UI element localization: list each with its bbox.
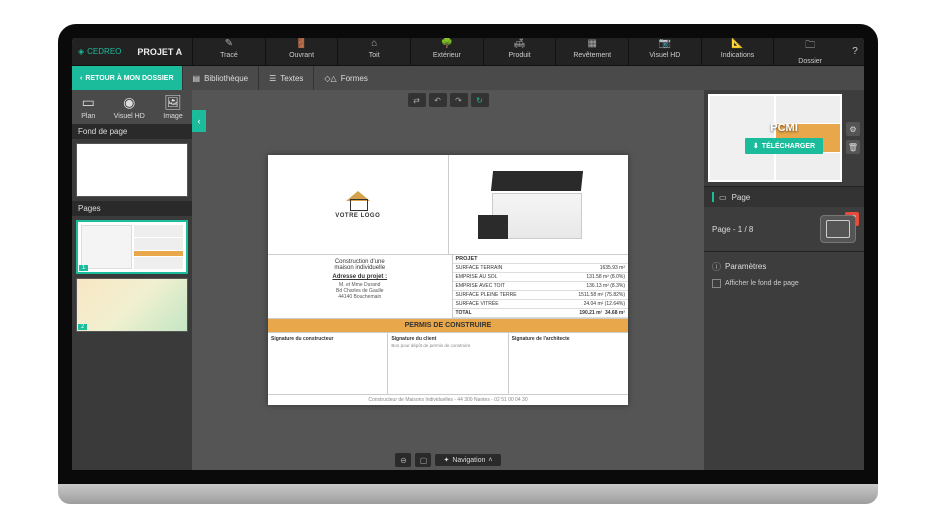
plan-icon: ▭ <box>81 94 95 111</box>
secondary-bar: ‹ RETOUR À MON DOSSIER ▤Bibliothèque ☰Te… <box>72 66 864 90</box>
project-table-block[interactable]: PROJET SURFACE TERRAIN1635.93 m² EMPRISE… <box>453 255 629 318</box>
checkbox-icon <box>712 279 721 288</box>
menu-dossier[interactable]: 🗀Dossier <box>773 35 846 68</box>
tool-image[interactable]: 🖼Image <box>163 94 182 120</box>
folder-icon: 🗀 <box>774 38 846 55</box>
pencil-icon: ✎ <box>193 38 265 49</box>
page-icon: ▭ <box>719 193 727 202</box>
zoom-out-button[interactable]: ⊖ <box>395 453 411 467</box>
help-button[interactable]: ? <box>846 46 864 57</box>
page-indicator: Page - 1 / 8 <box>712 225 812 234</box>
menu-visuelhd[interactable]: 📷Visuel HD <box>628 35 701 68</box>
page-thumbs: 1 2 <box>72 216 192 336</box>
camera-icon: 📷 <box>629 38 701 49</box>
screen: ◈ CEDREO PROJET A ✎Tracé 🚪Ouvrant ⌂Toit … <box>58 24 878 484</box>
permis-banner[interactable]: PERMIS DE CONSTRUIRE <box>268 319 628 333</box>
menu-exterieur[interactable]: 🌳Extérieur <box>410 35 483 68</box>
canvas-top-tools: ⇄ ↶ ↷ ↻ <box>192 90 704 110</box>
page-thumb-2[interactable]: 2 <box>76 278 188 332</box>
undo-button[interactable]: ↶ <box>429 93 447 107</box>
bg-thumbs <box>72 139 192 201</box>
page-section-header[interactable]: ▭Page <box>704 187 864 207</box>
download-button[interactable]: ⬇TÉLÉCHARGER <box>745 138 823 154</box>
tool-visuelhd[interactable]: ◉Visuel HD <box>114 94 145 120</box>
paint-icon: ▦ <box>556 38 628 49</box>
menu-ouvrant[interactable]: 🚪Ouvrant <box>265 35 338 68</box>
bg-thumb-blank[interactable] <box>76 143 188 197</box>
logo-placeholder[interactable]: VOTRE LOGO <box>335 191 380 219</box>
show-background-checkbox[interactable]: Afficher le fond de page <box>712 279 856 288</box>
canvas[interactable]: VOTRE LOGO Construction d'une maison <box>192 110 704 450</box>
doc-footer: Constructeur de Maisons Individuelles - … <box>268 394 628 405</box>
compass-icon: ✦ <box>443 456 449 464</box>
right-panel: ⚙ 🗑 PCMI ⬇TÉLÉCHARGER ▭Page Page - 1 / 8… <box>704 90 864 470</box>
app-root: ◈ CEDREO PROJET A ✎Tracé 🚪Ouvrant ⌂Toit … <box>72 38 864 470</box>
parametres-section: ⓘParamètres Afficher le fond de page <box>704 251 864 296</box>
brand-text: CEDREO <box>87 47 121 56</box>
left-panel: ▭Plan ◉Visuel HD 🖼Image Fond de page Pag… <box>72 90 192 470</box>
navigation-button[interactable]: ✦Navigation˄ <box>435 454 500 466</box>
menu-indications[interactable]: 📐Indications <box>701 35 774 68</box>
download-icon: ⬇ <box>753 142 759 150</box>
back-to-dossier-button[interactable]: ‹ RETOUR À MON DOSSIER <box>72 66 182 90</box>
document-page[interactable]: VOTRE LOGO Construction d'une maison <box>268 155 628 405</box>
menu-revetement[interactable]: ▦Revêtement <box>555 35 628 68</box>
dossier-preview: ⚙ 🗑 PCMI ⬇TÉLÉCHARGER <box>708 94 860 182</box>
refresh-button[interactable]: ↻ <box>471 93 489 107</box>
seg-textes[interactable]: ☰Textes <box>258 66 313 90</box>
camera-icon: ◉ <box>114 94 145 111</box>
parametres-header: ⓘParamètres <box>712 260 856 273</box>
signature-architecte[interactable]: Signature de l'architecte <box>509 333 628 394</box>
sofa-icon: 🛋 <box>484 38 556 49</box>
tree-icon: 🌳 <box>411 38 483 49</box>
settings-button[interactable]: ⚙ <box>846 122 860 136</box>
menu-trace[interactable]: ✎Tracé <box>192 35 265 68</box>
zoom-fit-button[interactable]: ▢ <box>415 453 431 467</box>
image-icon: 🖼 <box>163 94 182 111</box>
canvas-bottom-tools: ⊖ ▢ ✦Navigation˄ <box>192 450 704 470</box>
pages-header: Pages <box>72 201 192 216</box>
main-menu: ✎Tracé 🚪Ouvrant ⌂Toit 🌳Extérieur 🛋Produi… <box>192 35 846 68</box>
main-area: ▭Plan ◉Visuel HD 🖼Image Fond de page Pag… <box>72 90 864 470</box>
library-icon: ▤ <box>193 74 201 83</box>
redo-button[interactable]: ↷ <box>450 93 468 107</box>
page-number-badge: 2 <box>78 324 87 330</box>
page-section: ▭Page Page - 1 / 8 🗑 <box>704 186 864 251</box>
shapes-icon: ◇△ <box>324 74 336 83</box>
chevron-left-icon: ‹ <box>80 75 82 82</box>
laptop-frame: ◈ CEDREO PROJET A ✎Tracé 🚪Ouvrant ⌂Toit … <box>58 24 878 504</box>
text-icon: ☰ <box>269 74 276 83</box>
menu-toit[interactable]: ⌂Toit <box>337 35 410 68</box>
menu-produit[interactable]: 🛋Produit <box>483 35 556 68</box>
canvas-area: ‹ ⇄ ↶ ↷ ↻ VOTRE LOGO <box>192 90 704 470</box>
laptop-base <box>58 484 878 504</box>
collapse-left-button[interactable]: ‹ <box>192 110 206 132</box>
delete-dossier-button[interactable]: 🗑 <box>846 140 860 154</box>
brand-icon: ◈ <box>78 47 84 56</box>
project-info-block[interactable]: Construction d'une maison individuelle A… <box>268 255 453 318</box>
insert-tools: ▭Plan ◉Visuel HD 🖼Image <box>72 90 192 124</box>
seg-formes[interactable]: ◇△Formes <box>313 66 377 90</box>
house-logo-icon <box>346 191 370 211</box>
house-3d-render[interactable] <box>478 165 598 245</box>
page-number-badge: 1 <box>79 265 88 271</box>
page-style-preview[interactable] <box>820 215 856 243</box>
signature-client[interactable]: Signature du clientBon pour dépôt de per… <box>388 333 508 394</box>
swap-button[interactable]: ⇄ <box>408 93 426 107</box>
door-icon: 🚪 <box>266 38 338 49</box>
chevron-up-icon: ˄ <box>488 457 492 464</box>
seg-bibliotheque[interactable]: ▤Bibliothèque <box>182 66 259 90</box>
tool-plan[interactable]: ▭Plan <box>81 94 95 120</box>
ruler-icon: 📐 <box>702 38 774 49</box>
roof-icon: ⌂ <box>338 38 410 49</box>
signature-constructeur[interactable]: Signature du constructeur <box>268 333 388 394</box>
top-bar: ◈ CEDREO PROJET A ✎Tracé 🚪Ouvrant ⌂Toit … <box>72 38 864 66</box>
page-thumb-1[interactable]: 1 <box>76 220 188 274</box>
fond-de-page-header: Fond de page <box>72 124 192 139</box>
info-icon[interactable]: ⓘ <box>712 260 721 273</box>
project-name[interactable]: PROJET A <box>127 47 192 57</box>
brand-logo: ◈ CEDREO <box>72 47 127 56</box>
